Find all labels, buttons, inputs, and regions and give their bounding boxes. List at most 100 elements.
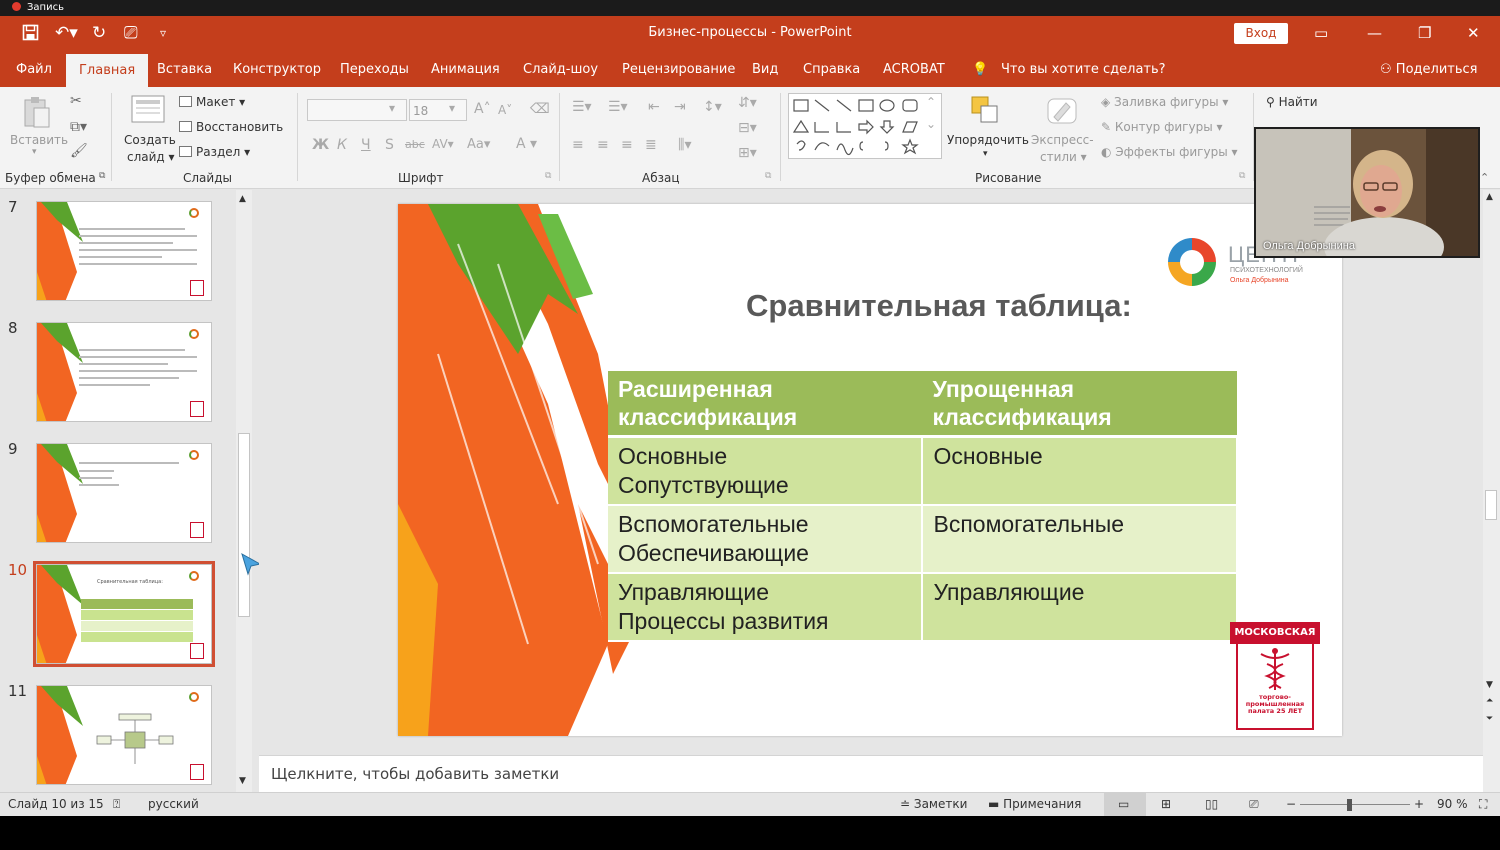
collapse-ribbon-icon[interactable]: ⌃ (1480, 171, 1489, 184)
shapes-scroll-up-icon[interactable]: ⌃ (926, 95, 936, 109)
thumbnails-scrollbar[interactable]: ▲ ▼ (236, 190, 252, 792)
change-case-icon[interactable]: Aa▾ (467, 137, 490, 152)
decrease-font-icon[interactable]: A˅ (498, 103, 512, 117)
slide-thumbnail-7[interactable] (36, 201, 212, 301)
font-launcher-icon[interactable]: ⧉ (545, 171, 551, 181)
comments-toggle[interactable]: ▬ Примечания (988, 797, 1081, 811)
strikethrough-icon[interactable]: abc (405, 138, 425, 151)
paste-icon[interactable] (22, 95, 52, 132)
paste-button[interactable]: Вставить (10, 133, 68, 147)
new-slide-label[interactable]: Создать (124, 133, 176, 147)
font-name-dropdown-icon[interactable]: ▾ (389, 101, 395, 115)
tab-file[interactable]: Файл (16, 52, 52, 87)
thumbnails-scroll-thumb[interactable] (238, 433, 250, 617)
font-size-dropdown-icon[interactable]: ▾ (449, 101, 455, 115)
shape-effects-button[interactable]: ◐ Эффекты фигуры ▾ (1101, 145, 1238, 159)
smartart-icon[interactable]: ⊞▾ (738, 145, 757, 161)
slide-thumbnail-9[interactable] (36, 443, 212, 543)
restore-icon[interactable]: ❐ (1418, 24, 1431, 42)
arrange-dropdown-icon[interactable]: ▾ (983, 149, 988, 159)
sign-in-button[interactable]: Вход (1234, 23, 1288, 44)
bullets-icon[interactable]: ☰▾ (572, 99, 592, 115)
quick-styles-icon[interactable] (1044, 95, 1080, 130)
text-direction-icon[interactable]: ⇵▾ (738, 95, 757, 111)
arrange-button[interactable]: Упорядочить (947, 133, 1029, 147)
align-text-icon[interactable]: ⊟▾ (738, 120, 757, 136)
share-button[interactable]: ⚇ Поделиться (1380, 52, 1477, 87)
language-indicator[interactable]: русский (148, 797, 199, 811)
align-left-icon[interactable]: ≡ (572, 137, 584, 153)
paragraph-launcher-icon[interactable]: ⧉ (765, 171, 771, 181)
previous-slide-icon[interactable]: ⏶ (1486, 696, 1493, 706)
normal-view-icon[interactable]: ▭ (1118, 797, 1129, 811)
quick-styles-label-2[interactable]: стили ▾ (1040, 150, 1087, 164)
reset-button[interactable]: Восстановить (179, 120, 283, 134)
shapes-gallery[interactable] (788, 93, 942, 159)
decrease-indent-icon[interactable]: ⇤ (648, 99, 660, 115)
slide-scroll-thumb[interactable] (1485, 490, 1497, 520)
slide-thumbnail-11[interactable] (36, 685, 212, 785)
zoom-slider-track[interactable] (1300, 804, 1410, 805)
tab-view[interactable]: Вид (752, 52, 778, 87)
increase-indent-icon[interactable]: ⇥ (674, 99, 686, 115)
zoom-in-icon[interactable]: + (1414, 797, 1424, 811)
tab-slideshow[interactable]: Слайд-шоу (523, 52, 598, 87)
fit-to-window-icon[interactable]: ⛶ (1479, 797, 1487, 812)
paste-dropdown-icon[interactable]: ▾ (32, 147, 37, 157)
scroll-up-icon[interactable]: ▲ (239, 194, 246, 204)
new-slide-icon[interactable] (130, 93, 166, 128)
tab-review[interactable]: Рецензирование (622, 52, 735, 87)
notes-placeholder[interactable]: Щелкните, чтобы добавить заметки (271, 765, 559, 783)
shape-fill-button[interactable]: ◈ Заливка фигуры ▾ (1101, 95, 1228, 109)
clear-formatting-icon[interactable]: ⌫ (530, 101, 550, 117)
tab-animations[interactable]: Анимация (431, 52, 500, 87)
copy-icon[interactable]: ⧉▾ (70, 119, 87, 135)
scroll-down-icon[interactable]: ▼ (1486, 680, 1493, 690)
tell-me-search[interactable]: Что вы хотите сделать? (1001, 52, 1166, 87)
columns-icon[interactable]: ⫼▾ (678, 137, 691, 153)
justify-icon[interactable]: ≣ (645, 137, 657, 153)
increase-font-icon[interactable]: A˄ (474, 101, 491, 117)
tab-home[interactable]: Главная (66, 54, 149, 87)
minimize-icon[interactable]: — (1367, 24, 1382, 42)
slide-scrollbar[interactable]: ▲ ▼ ⏶ ⏷ (1483, 190, 1500, 792)
scroll-up-icon[interactable]: ▲ (1486, 192, 1493, 202)
align-center-icon[interactable]: ≡ (597, 137, 609, 153)
line-spacing-icon[interactable]: ↕▾ (703, 99, 722, 115)
zoom-slider-thumb[interactable] (1347, 799, 1352, 811)
tab-design[interactable]: Конструктор (233, 52, 321, 87)
current-slide[interactable]: ЦЕНТР ПСИХОТЕХНОЛОГИЙ Ольга Добрынина Ср… (398, 204, 1342, 736)
drawing-launcher-icon[interactable]: ⧉ (1239, 171, 1245, 181)
notes-pane[interactable]: Щелкните, чтобы добавить заметки (259, 755, 1483, 792)
find-button[interactable]: ⚲ Найти (1266, 95, 1318, 109)
layout-button[interactable]: Макет ▾ (179, 95, 245, 109)
quick-styles-label[interactable]: Экспресс- (1031, 133, 1094, 147)
next-slide-icon[interactable]: ⏷ (1486, 714, 1493, 724)
spacing-icon[interactable]: AV▾ (432, 137, 454, 151)
align-right-icon[interactable]: ≡ (621, 137, 633, 153)
underline-icon[interactable]: Ч (361, 137, 371, 153)
slide-sorter-icon[interactable]: ⊞ (1161, 797, 1171, 811)
shape-outline-button[interactable]: ✎ Контур фигуры ▾ (1101, 120, 1223, 134)
spellcheck-icon[interactable]: ⍰ (113, 797, 120, 812)
clipboard-launcher-icon[interactable]: ⧉ (99, 171, 105, 181)
shadow-icon[interactable]: S (385, 137, 394, 153)
tab-insert[interactable]: Вставка (157, 52, 212, 87)
arrange-icon[interactable] (970, 95, 1000, 128)
shapes-scroll-down-icon[interactable]: ⌄ (926, 117, 936, 131)
slide-thumbnail-10[interactable]: Сравнительная таблица: (33, 561, 215, 667)
section-button[interactable]: Раздел ▾ (179, 145, 250, 159)
new-slide-label-2[interactable]: слайд ▾ (127, 150, 175, 164)
slide-thumbnail-8[interactable] (36, 322, 212, 422)
zoom-level[interactable]: 90 % (1437, 797, 1468, 811)
tab-acrobat[interactable]: ACROBAT (883, 52, 945, 87)
slideshow-icon[interactable]: ⎚ (1249, 797, 1259, 812)
reading-view-icon[interactable]: ▯▯ (1205, 797, 1218, 811)
zoom-out-icon[interactable]: − (1286, 797, 1296, 811)
ribbon-display-icon[interactable]: ▭ (1314, 24, 1328, 42)
notes-toggle[interactable]: ≐ Заметки (900, 797, 967, 811)
scroll-down-icon[interactable]: ▼ (239, 776, 246, 786)
close-icon[interactable]: ✕ (1467, 24, 1480, 42)
bold-icon[interactable]: Ж (312, 137, 329, 153)
tab-transitions[interactable]: Переходы (340, 52, 409, 87)
